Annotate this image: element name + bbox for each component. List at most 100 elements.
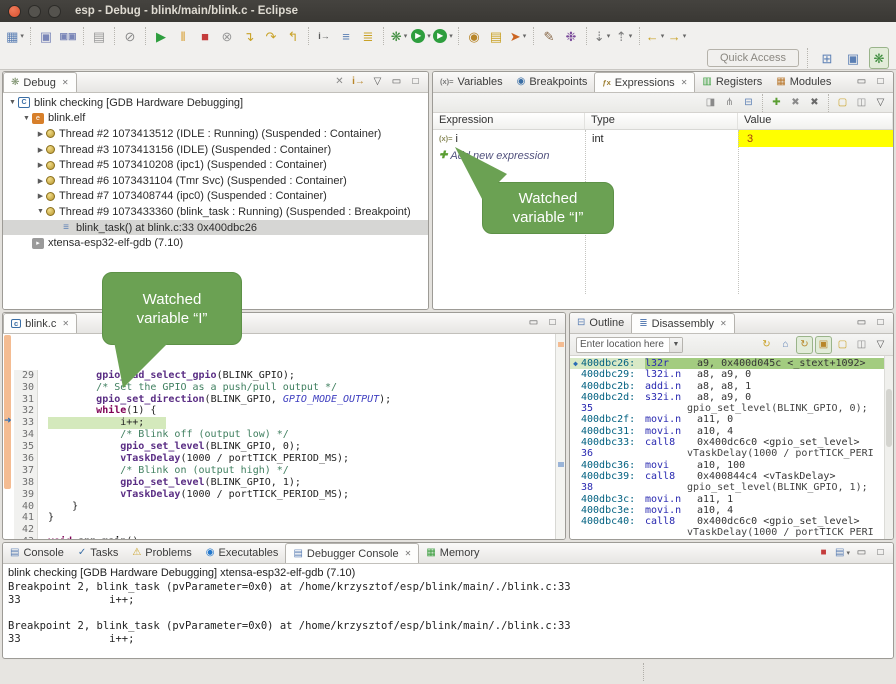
remove-expression-icon[interactable]: ✖ (787, 94, 804, 112)
suspend-icon[interactable]: ‖ (173, 25, 193, 47)
dropdown-arrow-icon[interactable]: ▾ (661, 32, 665, 40)
new-view-icon[interactable]: ▢ (834, 94, 851, 112)
gutter-annotation-area[interactable] (3, 465, 14, 477)
tab-variables[interactable]: (x)=Variables (433, 72, 510, 92)
external-tools-icon[interactable]: ▶▾ (433, 25, 453, 47)
debug-icon[interactable]: ❋▾ (389, 25, 409, 47)
open-task-icon[interactable]: ◉ (464, 25, 484, 47)
tab-blink-c[interactable]: c blink.c ✕ (3, 313, 77, 333)
maximize-icon[interactable]: □ (872, 73, 889, 91)
disassembly-row[interactable]: 400dbc29:l32i.na8, a9, 0 (570, 369, 893, 380)
gutter-annotation-area[interactable] (3, 489, 14, 501)
dropdown-arrow-icon[interactable]: ▾ (20, 32, 24, 40)
window-close-button[interactable] (8, 5, 21, 18)
line-number[interactable]: 31 (14, 394, 38, 406)
line-number[interactable]: 33 (14, 417, 38, 429)
expander-icon[interactable]: ▶ (35, 161, 46, 169)
save-icon[interactable]: ▣ (36, 25, 56, 47)
use-step-filters-icon[interactable]: ≣ (358, 25, 378, 47)
dropdown-arrow-icon[interactable]: ▾ (523, 32, 527, 40)
disassembly-row[interactable]: ◆400dbc26:l32ra9, 0x400d045c <_stext+109… (570, 358, 893, 369)
tab-disassembly[interactable]: ≣Disassembly✕ (631, 313, 734, 333)
close-tab-icon[interactable]: ✕ (62, 78, 69, 87)
collapse-all-icon[interactable]: ⊟ (740, 94, 757, 112)
dropdown-arrow-icon[interactable]: ▾ (607, 32, 611, 40)
instruction-stepping-icon[interactable]: i→ (314, 25, 334, 47)
add-expression-icon[interactable]: ✚ (768, 94, 785, 112)
tab-tasks[interactable]: ✓Tasks (71, 543, 126, 563)
disassembly-source-row[interactable]: 38gpio_set_level(BLINK_GPIO, 1); (570, 482, 893, 493)
disassembly-row[interactable]: 400dbc2b:addi.na8, a8, 1 (570, 381, 893, 392)
window-minimize-button[interactable] (28, 5, 41, 18)
step-return-icon[interactable]: ↰ (283, 25, 303, 47)
view-menu-icon[interactable]: ▽ (872, 336, 889, 354)
terminate-icon[interactable]: ■ (195, 25, 215, 47)
save-all-icon[interactable]: ▣▣ (58, 25, 78, 47)
step-over-icon[interactable]: ↷ (261, 25, 281, 47)
maximize-icon[interactable]: □ (872, 314, 889, 332)
display-selected-console-icon[interactable]: ▤▾ (834, 544, 851, 562)
minimize-icon[interactable]: ▭ (853, 544, 870, 562)
line-number[interactable]: 37 (14, 465, 38, 477)
expander-icon[interactable]: ▼ (35, 208, 46, 215)
location-input[interactable]: Enter location here (577, 339, 669, 350)
line-number[interactable]: 29 (14, 370, 38, 382)
view-menu-icon[interactable]: ▽ (872, 94, 889, 112)
gutter-annotation-area[interactable]: ➜ (3, 417, 14, 429)
gutter-annotation-area[interactable] (3, 524, 14, 536)
run-icon[interactable]: ▶▾ (411, 25, 431, 47)
disassembly-source-row[interactable]: 35gpio_set_level(BLINK_GPIO, 0); (570, 403, 893, 414)
line-number[interactable]: 39 (14, 489, 38, 501)
tab-registers[interactable]: ▥Registers (695, 72, 769, 92)
terminate-console-icon[interactable]: ■ (815, 544, 832, 562)
disassembly-listing[interactable]: ◆400dbc26:l32ra9, 0x400d045c <_stext+109… (570, 356, 893, 539)
expander-icon[interactable]: ▶ (35, 177, 46, 185)
back-icon[interactable]: ←▾ (645, 25, 665, 47)
open-perspective-icon[interactable]: ⊞ (817, 47, 837, 69)
show-execution-point-icon[interactable]: ≡ (336, 25, 356, 47)
tab-outline[interactable]: ⊟Outline (570, 313, 631, 333)
close-tab-icon[interactable]: ✕ (681, 78, 688, 87)
remove-all-terminated-icon[interactable]: ✕ (331, 73, 348, 91)
minimize-icon[interactable]: ▭ (853, 73, 870, 91)
dropdown-arrow-icon[interactable]: ▾ (449, 32, 453, 40)
minimize-icon[interactable]: ▭ (388, 73, 405, 91)
show-source-icon[interactable]: ▣ (815, 336, 832, 354)
expander-icon[interactable]: ▼ (7, 99, 18, 106)
add-new-expression-row[interactable]: ✚ Add new expression (433, 147, 893, 164)
sync-with-stack-frame-icon[interactable]: ↻ (796, 336, 813, 354)
debug-tree-item[interactable]: ▼Cblink checking [GDB Hardware Debugging… (3, 95, 428, 111)
tab-breakpoints[interactable]: ◉Breakpoints (510, 72, 595, 92)
maximize-icon[interactable]: □ (407, 73, 424, 91)
scrollbar[interactable] (884, 356, 893, 539)
gutter-annotation-area[interactable] (3, 382, 14, 394)
show-type-names-icon[interactable]: ◨ (702, 94, 719, 112)
tab-console[interactable]: ▤Console (3, 543, 71, 563)
line-number[interactable]: 32 (14, 405, 38, 417)
column-header-value[interactable]: Value (738, 113, 893, 129)
disassembly-row[interactable]: 400dbc2f:movi.na11, 0 (570, 414, 893, 425)
step-into-icon[interactable]: ↴ (239, 25, 259, 47)
scrollbar-thumb[interactable] (886, 389, 892, 448)
cpp-perspective-icon[interactable]: ▣ (843, 47, 863, 69)
debug-tree-item[interactable]: ▶Thread #3 1073413156 (IDLE) (Suspended … (3, 142, 428, 158)
close-tab-icon[interactable]: ✕ (405, 549, 412, 558)
line-number[interactable]: 40 (14, 501, 38, 513)
location-combo[interactable]: Enter location here ▼ (576, 337, 683, 353)
debug-tree-item[interactable]: ▼eblink.elf (3, 111, 428, 127)
disassembly-row[interactable]: 400dbc3c:movi.na11, 1 (570, 494, 893, 505)
tab-expressions[interactable]: ƒxExpressions✕ (594, 72, 695, 92)
gutter-annotation-area[interactable] (3, 477, 14, 489)
gutter-annotation-area[interactable] (3, 429, 14, 441)
quick-access-button[interactable]: Quick Access (707, 49, 799, 67)
build-icon[interactable]: ▤ (89, 25, 109, 47)
line-number[interactable]: 43 (14, 536, 38, 540)
forward-icon[interactable]: →▾ (667, 25, 687, 47)
export-icon[interactable]: ◫ (853, 94, 870, 112)
column-header-expression[interactable]: Expression (433, 113, 585, 129)
debug-tree-item[interactable]: ▶Thread #6 1073431104 (Tmr Svc) (Suspend… (3, 173, 428, 189)
disassembly-row[interactable]: 400dbc33:call80x400dc6c0 <gpio_set_level… (570, 437, 893, 448)
profile-icon[interactable]: ❉ (561, 25, 581, 47)
gutter-annotation-area[interactable] (3, 370, 14, 382)
open-element-icon[interactable]: ✎ (539, 25, 559, 47)
